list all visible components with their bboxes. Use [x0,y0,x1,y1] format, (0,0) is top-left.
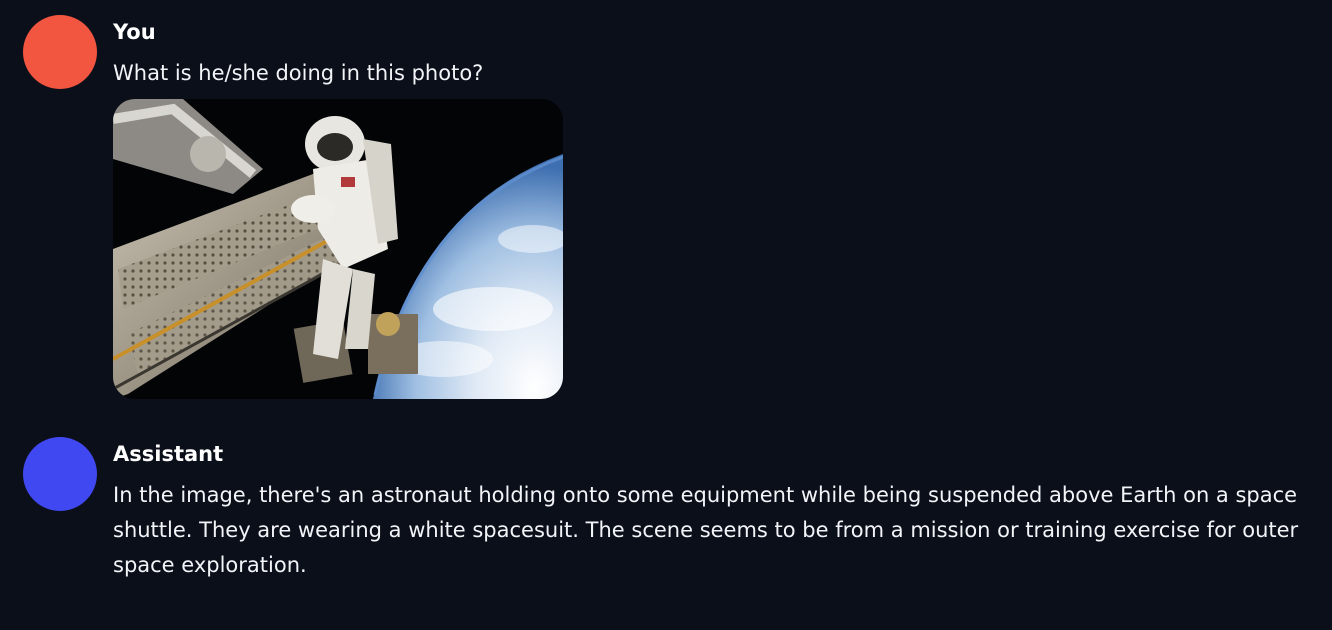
assistant-avatar [23,437,97,511]
assistant-message-text: In the image, there's an astronaut holdi… [113,483,1299,577]
assistant-author-name: Assistant [113,442,224,466]
assistant-message: Assistant In the image, there's an astro… [0,0,1332,630]
